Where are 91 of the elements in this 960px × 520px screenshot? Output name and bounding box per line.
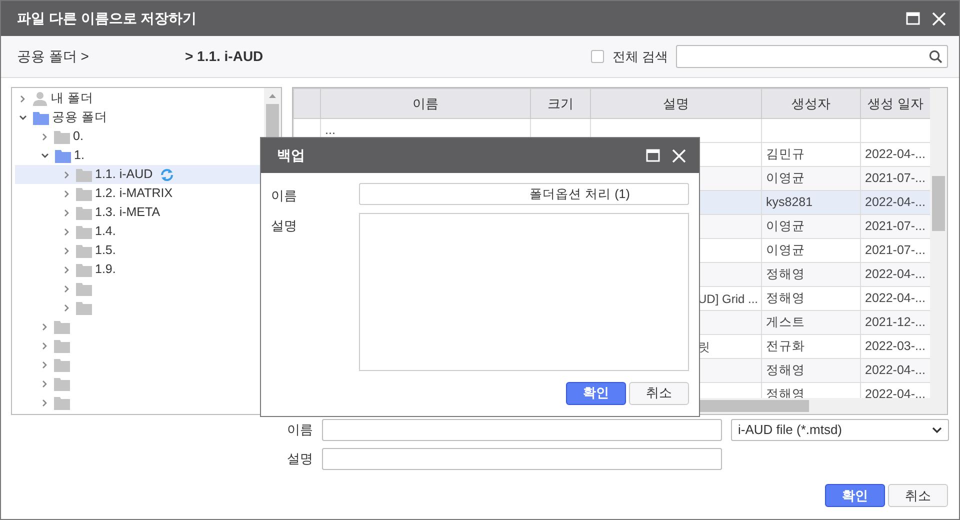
maximize-icon: [906, 12, 920, 25]
tree-item[interactable]: 1.4.: [15, 222, 263, 241]
chevron-down-icon[interactable]: [19, 114, 27, 121]
chevron-right-icon[interactable]: [41, 132, 48, 140]
checkbox-label: 전체 검색: [612, 48, 668, 66]
table-cell: 2022-04-...: [860, 262, 930, 286]
scroll-up-icon: [268, 93, 277, 99]
header-cell: [294, 88, 320, 118]
folder-icon: [55, 148, 71, 162]
field-label: 설명: [271, 216, 298, 234]
cancel-button[interactable]: 취소: [888, 484, 948, 507]
scrollbar-thumb[interactable]: [932, 176, 945, 231]
table-cell: 2021-12-...: [860, 310, 930, 334]
chevron-right-icon[interactable]: [63, 266, 70, 274]
folder-icon: [54, 130, 70, 144]
folder-icon: [76, 300, 92, 314]
chevron-right-icon[interactable]: [63, 284, 70, 292]
table-cell: 2022-04-...: [860, 190, 930, 214]
tree-item[interactable]: 1.3. i-META: [15, 203, 263, 222]
field-label: 이름: [287, 420, 314, 439]
breadcrumb-item[interactable]: 공용 폴더 >: [17, 46, 89, 67]
chevron-right-icon[interactable]: [63, 246, 70, 254]
name-field[interactable]: 폴더옵션 처리 (1): [358, 183, 689, 205]
folder-icon: [54, 338, 70, 352]
file-type-select[interactable]: i-AUD file (*.mtsd): [731, 418, 949, 440]
column-header[interactable]: 생성 일자: [860, 88, 930, 118]
confirm-button[interactable]: 확인: [824, 484, 885, 507]
description-field[interactable]: [322, 448, 722, 470]
folder-icon: [54, 396, 70, 410]
chevron-right-icon[interactable]: [41, 360, 48, 368]
chevron-right-icon[interactable]: [19, 94, 26, 102]
cancel-button[interactable]: 취소: [629, 382, 689, 404]
chevron-right-icon[interactable]: [41, 342, 48, 350]
column-header[interactable]: 설명: [590, 88, 762, 118]
field-label: 설명: [287, 450, 314, 468]
breadcrumb-item[interactable]: > 1.1. i-AUD: [184, 46, 264, 67]
tree-item[interactable]: 1.1. i-AUD: [15, 165, 263, 184]
folder-icon: [54, 376, 70, 390]
tree-item[interactable]: 1.9.: [15, 260, 263, 279]
tree-item[interactable]: 1.: [15, 146, 263, 165]
folder-icon: [54, 358, 70, 372]
chevron-right-icon[interactable]: [63, 170, 70, 178]
column-header[interactable]: 생성자: [762, 88, 860, 118]
folder-icon: [76, 168, 92, 182]
description-field[interactable]: [358, 212, 689, 370]
table-cell: 정해영: [762, 358, 860, 382]
confirm-button[interactable]: 확인: [566, 382, 626, 404]
search-icon: [929, 50, 942, 63]
table-cell: 게스트: [762, 310, 860, 334]
tree-item[interactable]: 1.5.: [15, 241, 263, 260]
tree-item[interactable]: 공용 폴더: [15, 108, 263, 127]
chevron-down-icon[interactable]: [41, 152, 49, 159]
table-cell: 이영균: [762, 166, 860, 190]
chevron-right-icon[interactable]: [41, 322, 48, 330]
chevron-right-icon[interactable]: [63, 228, 70, 236]
checkbox[interactable]: [591, 50, 604, 63]
close-icon: [672, 148, 686, 162]
search-field[interactable]: [676, 45, 948, 68]
chevron-right-icon[interactable]: [63, 190, 70, 198]
chevron-right-icon[interactable]: [63, 304, 70, 312]
folder-icon: [76, 206, 92, 220]
field-label: 이름: [271, 187, 298, 205]
tree-item[interactable]: 1.2. i-MATRIX: [15, 184, 263, 203]
folder-icon: [76, 244, 92, 258]
name-field[interactable]: [322, 418, 722, 440]
chevron-right-icon[interactable]: [63, 208, 70, 216]
maximize-icon: [646, 149, 660, 162]
close-icon: [932, 12, 946, 26]
tree-item[interactable]: 내 폴더: [15, 89, 263, 108]
column-header[interactable]: 크기: [530, 88, 590, 118]
folder-icon: [76, 224, 92, 238]
table-cell: 정해영: [762, 262, 860, 286]
table-cell: 2021-07-...: [860, 166, 930, 190]
chevron-down-icon: [932, 426, 942, 434]
folder-icon: [54, 320, 70, 334]
chevron-right-icon[interactable]: [41, 398, 48, 406]
table-cell: kys8281: [762, 190, 860, 214]
column-header[interactable]: 이름: [320, 88, 530, 118]
folder-icon: [76, 186, 92, 200]
table-cell: 2021-07-...: [860, 214, 930, 238]
folder-icon: [33, 110, 49, 124]
chevron-right-icon[interactable]: [41, 380, 48, 388]
window-title: 파일 다른 이름으로 저장하기: [17, 9, 198, 28]
table-cell: 2022-04-...: [860, 358, 930, 382]
dialog-title: 백업: [277, 146, 306, 165]
folder-icon: [76, 282, 92, 296]
table-cell: 이영균: [762, 214, 860, 238]
user-icon: [32, 91, 48, 106]
tree-item[interactable]: 0.: [15, 127, 263, 146]
folder-icon: [76, 262, 92, 276]
scrollbar[interactable]: [930, 88, 947, 398]
